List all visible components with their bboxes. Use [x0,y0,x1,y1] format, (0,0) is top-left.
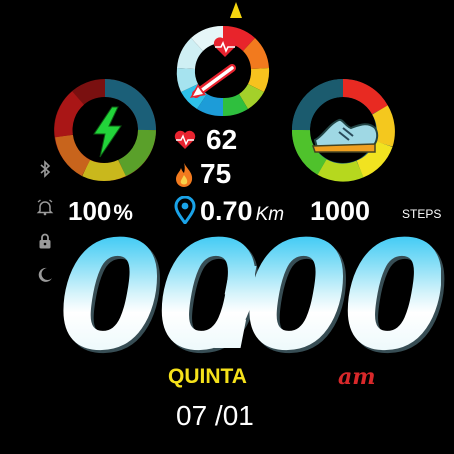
calories-value: 75 [200,158,232,189]
date: 07 /01 [176,400,254,431]
bluetooth-icon [40,160,51,178]
alarm-bell-icon [36,199,54,216]
ampm-indicator: am [338,364,376,390]
top-marker-icon [230,2,242,18]
flame-icon [176,163,193,187]
arrow-pointer-icon [190,64,236,98]
heart-icon [174,130,196,149]
heart-pulse-icon [213,37,237,57]
weekday: QUINTA [168,365,247,388]
minutes: 00 [244,210,447,384]
time-display[interactable]: 00 00 : 00 00 [58,222,450,375]
heart-rate-value: 62 [206,124,238,155]
moon-icon [38,267,52,282]
lock-icon [39,233,51,249]
lightning-bolt-icon [93,106,122,158]
sneaker-icon [311,118,379,153]
